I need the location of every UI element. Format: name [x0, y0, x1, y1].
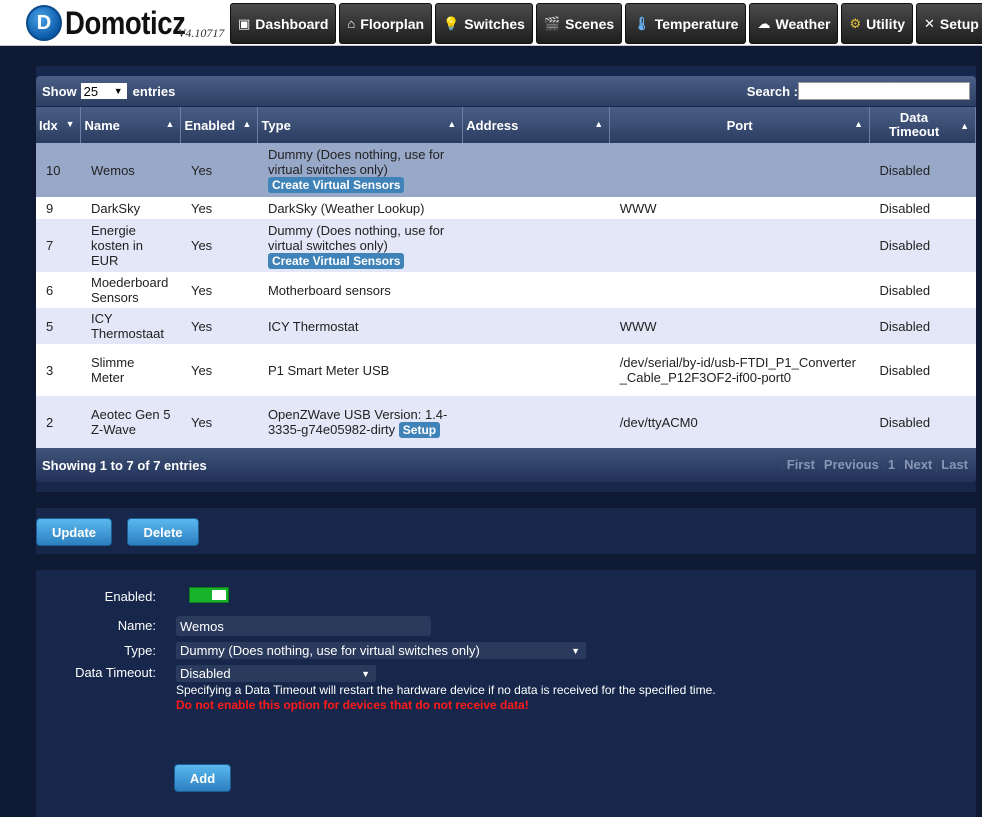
dashboard-icon: ▣ — [238, 15, 251, 31]
table-row[interactable]: 5 ICY Thermostaat Yes ICY Thermostat WWW… — [36, 308, 976, 344]
enabled-toggle[interactable] — [189, 587, 229, 603]
delete-button[interactable]: Delete — [127, 518, 199, 546]
table-row[interactable]: 9 DarkSky Yes DarkSky (Weather Lookup) W… — [36, 197, 976, 219]
table-footer: Showing 1 to 7 of 7 entries First Previo… — [36, 448, 976, 482]
nav-temperature[interactable]: 🌡 Temperature — [625, 3, 747, 44]
column-data-timeout[interactable]: Data Timeout ▲ — [869, 107, 977, 143]
search-input[interactable] — [798, 82, 970, 100]
show-label: Show — [42, 83, 77, 99]
hardware-table-panel: Show 25 ▼ entries Search : Idx ▼ Name ▲ En… — [36, 66, 977, 492]
name-label: Name: — [117, 618, 156, 633]
pager-last[interactable]: Last — [936, 455, 972, 474]
column-type[interactable]: Type ▲ — [257, 107, 464, 143]
sort-desc-icon: ▼ — [65, 119, 75, 129]
entries-label: entries — [132, 83, 176, 99]
table-info: Showing 1 to 7 of 7 entries — [42, 457, 207, 473]
sort-icon: ▲ — [960, 121, 969, 131]
sort-icon: ▲ — [854, 119, 863, 129]
sort-icon: ▲ — [594, 119, 604, 129]
sort-icon: ▲ — [242, 119, 252, 129]
add-button[interactable]: Add — [174, 764, 231, 792]
chevron-down-icon: ▼ — [361, 668, 370, 679]
data-timeout-label: Data Timeout: — [75, 665, 156, 680]
table-row[interactable]: 3 Slimme Meter Yes P1 Smart Meter USB /d… — [36, 344, 976, 396]
update-button[interactable]: Update — [36, 518, 112, 546]
pager-first[interactable]: First — [781, 455, 819, 474]
clapperboard-icon: 🎬 — [543, 15, 561, 31]
chevron-down-icon: ▼ — [113, 86, 123, 96]
utility-icon: ⚙ — [849, 15, 862, 31]
table-row[interactable]: 6 Moederboard Sensors Yes Motherboard se… — [36, 272, 976, 308]
sort-icon: ▲ — [447, 119, 457, 129]
column-enabled[interactable]: Enabled ▲ — [180, 107, 259, 143]
app-name: Domoticz — [65, 4, 186, 41]
table-row[interactable]: 2 Aeotec Gen 5 Z-Wave Yes OpenZWave USB … — [36, 396, 976, 448]
thermometer-icon: 🌡 — [633, 15, 650, 31]
tools-icon: ✕ — [924, 15, 935, 31]
main-nav: ▣ Dashboard ⌂ Floorplan 💡 Switches 🎬 Scenes … — [230, 3, 982, 45]
lightbulb-icon: 💡 — [443, 15, 460, 31]
column-address[interactable]: Address ▲ — [462, 107, 611, 143]
column-name[interactable]: Name ▲ — [80, 107, 182, 143]
data-timeout-select[interactable]: Disabled ▼ — [176, 665, 376, 682]
nav-floorplan[interactable]: ⌂ Floorplan — [339, 3, 433, 44]
table-row[interactable]: 7 Energie kosten in EUR Yes Dummy (Does … — [36, 219, 976, 272]
type-select[interactable]: Dummy (Does nothing, use for virtual swi… — [176, 642, 586, 659]
nav-setup[interactable]: ✕Setup▼ — [916, 3, 982, 44]
nav-switches[interactable]: 💡 Switches — [435, 3, 533, 44]
pager-previous[interactable]: Previous — [818, 455, 883, 474]
floorplan-icon: ⌂ — [347, 16, 356, 31]
entries-per-page-select[interactable]: 25 ▼ — [80, 83, 127, 99]
pager-next[interactable]: Next — [899, 455, 936, 474]
create-virtual-sensors-button[interactable]: Create Virtual Sensors — [267, 177, 405, 193]
table-row[interactable]: 10 Wemos Yes Dummy (Does nothing, use fo… — [36, 143, 976, 197]
nav-dashboard[interactable]: ▣ Dashboard — [230, 3, 337, 44]
pager-page-1[interactable]: 1 — [882, 455, 899, 474]
chevron-down-icon: ▼ — [571, 645, 580, 656]
nav-utility[interactable]: ⚙ Utility — [841, 3, 914, 44]
app-version: V4.10717 — [178, 26, 225, 40]
enabled-label: Enabled: — [104, 589, 156, 604]
nav-scenes[interactable]: 🎬 Scenes — [535, 3, 623, 44]
search-label: Search : — [746, 83, 798, 99]
table-toolbar: Show 25 ▼ entries Search : — [36, 76, 976, 106]
data-timeout-hint: Specifying a Data Timeout will restart t… — [176, 683, 716, 697]
pagination: First Previous 1 Next Last — [781, 455, 972, 474]
name-input[interactable]: Wemos — [176, 616, 431, 636]
nav-weather[interactable]: ☁ Weather — [749, 3, 839, 44]
column-idx[interactable]: Idx ▼ — [36, 107, 82, 143]
hardware-form-panel: Enabled: Name: Wemos Type: Dummy (Does n… — [36, 570, 976, 817]
create-virtual-sensors-button[interactable]: Create Virtual Sensors — [267, 252, 405, 269]
domoticz-logo-icon: D — [26, 5, 62, 41]
hardware-table: Idx ▼ Name ▲ Enabled ▲ Type ▲ Address ▲ Port ▲… — [36, 107, 977, 448]
zwave-setup-button[interactable]: Setup — [398, 421, 441, 438]
data-timeout-warning: Do not enable this option for devices th… — [176, 698, 529, 712]
table-header: Idx ▼ Name ▲ Enabled ▲ Type ▲ Address ▲ Port ▲… — [36, 107, 977, 143]
actions-panel: Update Delete — [36, 508, 976, 554]
column-port[interactable]: Port ▲ — [609, 107, 870, 143]
top-bar: D Domoticz V4.10717 ▣ Dashboard ⌂ Floorpla… — [0, 0, 982, 46]
type-label: Type: — [124, 643, 156, 658]
sort-icon: ▲ — [165, 119, 175, 129]
cloud-icon: ☁ — [757, 15, 771, 31]
